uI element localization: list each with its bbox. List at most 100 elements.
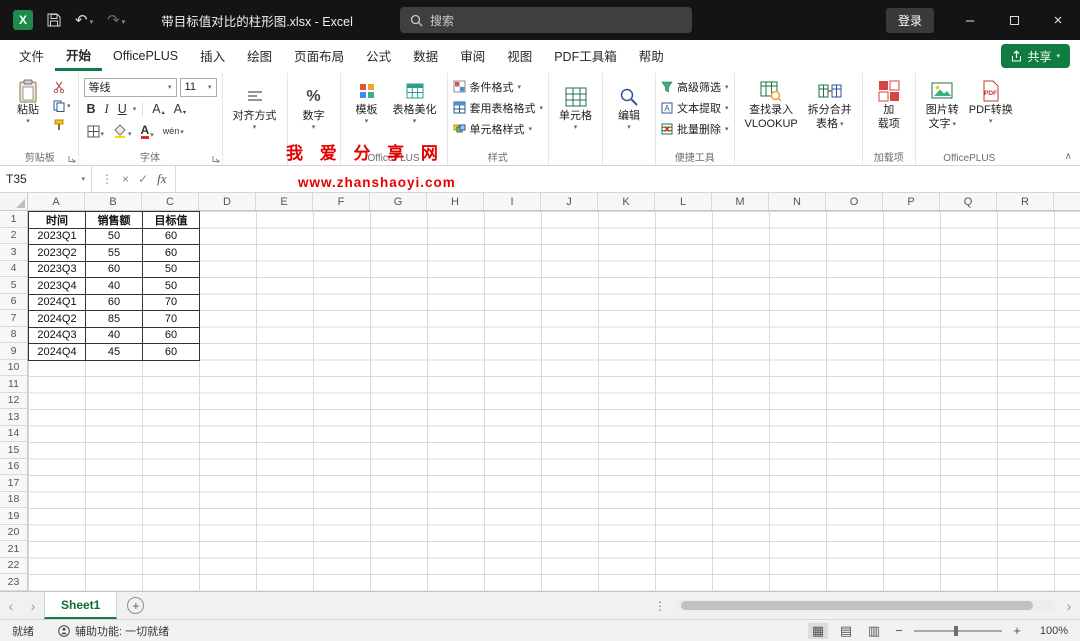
table-cell[interactable]: 50 xyxy=(143,278,200,295)
column-header[interactable]: I xyxy=(484,193,541,210)
phonetic-guide-button[interactable]: wén ▾ xyxy=(160,125,187,137)
table-cell[interactable]: 50 xyxy=(86,228,143,245)
horizontal-scrollbar[interactable] xyxy=(676,600,1054,611)
sheet-tab-sheet1[interactable]: Sheet1 xyxy=(44,592,118,619)
font-name-select[interactable]: 等线 ▾ xyxy=(83,77,177,97)
table-cell[interactable]: 2023Q4 xyxy=(29,278,86,295)
row-header[interactable]: 12 xyxy=(0,393,27,409)
ribbon-tab[interactable]: PDF工具箱 xyxy=(543,40,628,71)
normal-view-button[interactable]: ▦ xyxy=(808,622,828,639)
table-cell[interactable]: 销售额 xyxy=(86,212,143,229)
table-cell[interactable]: 时间 xyxy=(29,212,86,229)
text-extract-button[interactable]: A 文本提取 ▾ xyxy=(661,97,729,118)
ribbon-tab[interactable]: 审阅 xyxy=(449,40,496,71)
row-header[interactable]: 5 xyxy=(0,277,27,294)
column-header[interactable]: F xyxy=(313,193,370,210)
row-header[interactable]: 18 xyxy=(0,492,27,508)
collapse-ribbon-button[interactable]: ∧ xyxy=(1065,151,1072,162)
table-cell[interactable]: 目标值 xyxy=(143,212,200,229)
accessibility-status[interactable]: 辅助功能: 一切就绪 xyxy=(48,623,179,639)
table-cell[interactable]: 60 xyxy=(143,344,200,361)
row-header[interactable]: 19 xyxy=(0,508,27,525)
table-cell[interactable]: 2023Q1 xyxy=(29,228,86,245)
table-cell[interactable]: 45 xyxy=(86,344,143,361)
ribbon-tab[interactable]: 绘图 xyxy=(236,40,283,71)
name-box-dropdown-icon[interactable]: ▾ xyxy=(81,175,85,183)
table-cell[interactable]: 2024Q1 xyxy=(29,294,86,311)
close-button[interactable]: × xyxy=(1036,0,1080,40)
table-cell[interactable]: 40 xyxy=(86,278,143,295)
column-header[interactable]: N xyxy=(769,193,826,210)
table-cell[interactable]: 50 xyxy=(143,261,200,278)
ribbon-tab[interactable]: 数据 xyxy=(402,40,449,71)
underline-button[interactable]: U xyxy=(115,101,130,117)
minimize-button[interactable]: – xyxy=(948,0,992,40)
row-header[interactable]: 8 xyxy=(0,327,27,343)
prev-sheet-button[interactable]: ‹ xyxy=(0,598,22,614)
format-painter-button[interactable] xyxy=(53,117,71,133)
row-header[interactable]: 1 xyxy=(0,211,27,228)
batch-delete-button[interactable]: 批量删除 ▾ xyxy=(661,118,729,139)
row-header[interactable]: 4 xyxy=(0,261,27,277)
column-header[interactable]: D xyxy=(199,193,256,210)
select-all-button[interactable] xyxy=(0,193,28,210)
table-cell[interactable]: 2024Q3 xyxy=(29,327,86,344)
cells-button[interactable]: 单元格 ▾ xyxy=(554,76,597,131)
row-header[interactable]: 15 xyxy=(0,442,27,459)
font-dialog-launcher[interactable] xyxy=(212,155,220,163)
scroll-right-button[interactable]: › xyxy=(1058,598,1080,614)
table-cell[interactable]: 55 xyxy=(86,245,143,262)
bold-button[interactable]: B xyxy=(84,101,99,117)
table-cell[interactable]: 2023Q2 xyxy=(29,245,86,262)
formula-input[interactable] xyxy=(176,166,1080,192)
zoom-out-button[interactable]: − xyxy=(892,623,906,638)
underline-dropdown-icon[interactable]: ▾ xyxy=(133,105,137,113)
row-header[interactable]: 7 xyxy=(0,310,27,327)
image-to-text-button[interactable]: 图片转 文字 ▾ xyxy=(921,76,964,131)
zoom-in-button[interactable]: + xyxy=(1010,623,1024,638)
table-cell[interactable]: 60 xyxy=(86,261,143,278)
row-header[interactable]: 21 xyxy=(0,541,27,558)
addins-button[interactable]: 加 载项 xyxy=(868,76,910,131)
row-header[interactable]: 22 xyxy=(0,558,27,574)
column-header[interactable]: E xyxy=(256,193,313,210)
advanced-filter-button[interactable]: 高级筛选 ▾ xyxy=(661,76,729,97)
ribbon-tab[interactable]: 开始 xyxy=(55,40,103,71)
ribbon-tab[interactable]: 视图 xyxy=(496,40,543,71)
row-header[interactable]: 9 xyxy=(0,343,27,360)
row-header[interactable]: 6 xyxy=(0,294,27,310)
alignment-button[interactable]: 对齐方式 ▾ xyxy=(228,76,282,131)
row-header[interactable]: 20 xyxy=(0,525,27,541)
horizontal-scrollbar-thumb[interactable] xyxy=(681,601,1033,610)
new-sheet-button[interactable]: + xyxy=(127,597,145,614)
format-as-table-button[interactable]: 套用表格格式 ▾ xyxy=(453,97,543,118)
cell-styles-button[interactable]: 单元格样式 ▾ xyxy=(453,118,544,139)
table-cell[interactable]: 60 xyxy=(143,228,200,245)
ribbon-tab[interactable]: 公式 xyxy=(355,40,402,71)
split-merge-table-button[interactable]: 拆分合并 表格 ▾ xyxy=(803,76,857,131)
row-header[interactable]: 10 xyxy=(0,360,27,376)
column-header[interactable]: K xyxy=(598,193,655,210)
conditional-formatting-button[interactable]: 条件格式 ▾ xyxy=(453,76,544,97)
redo-button[interactable]: ↷ ▾ xyxy=(107,11,125,29)
table-cell[interactable]: 60 xyxy=(86,294,143,311)
pdf-convert-button[interactable]: PDF PDF转换 ▾ xyxy=(964,76,1018,125)
row-header[interactable]: 17 xyxy=(0,475,27,492)
name-box[interactable]: T35 ▾ xyxy=(0,166,92,192)
table-cell[interactable]: 60 xyxy=(143,245,200,262)
next-sheet-button[interactable]: › xyxy=(22,598,44,614)
increase-font-size-button[interactable]: A ▴ xyxy=(149,101,167,117)
column-header[interactable]: B xyxy=(85,193,142,210)
column-header[interactable]: H xyxy=(427,193,484,210)
ribbon-tab[interactable]: 文件 xyxy=(8,40,55,71)
ribbon-tab[interactable]: OfficePLUS xyxy=(102,40,189,71)
ribbon-tab[interactable]: 页面布局 xyxy=(283,40,355,71)
column-header[interactable]: J xyxy=(541,193,598,210)
excel-app-icon[interactable]: X xyxy=(13,10,33,30)
column-header[interactable]: A xyxy=(28,193,85,210)
font-color-button[interactable]: A ▾ xyxy=(138,123,157,140)
save-button[interactable] xyxy=(47,13,61,27)
scrollbar-grip-icon[interactable]: ⋮ xyxy=(648,599,672,613)
fill-color-button[interactable]: ▾ xyxy=(110,123,135,139)
signin-button[interactable]: 登录 xyxy=(885,7,934,33)
